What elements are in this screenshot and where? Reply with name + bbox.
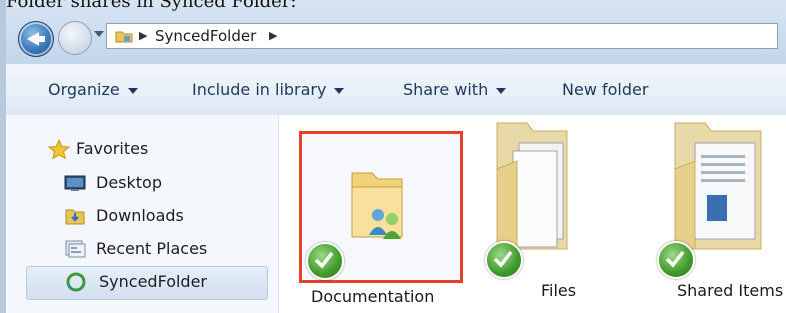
navigation-pane: Favorites Desktop Downloads Recent Place… — [6, 115, 279, 313]
breadcrumb-segment[interactable]: SyncedFolder — [155, 27, 256, 45]
page-caption: Folder shares in Synced Folder: — [6, 0, 297, 12]
address-box[interactable]: ▶ SyncedFolder ▶ — [106, 23, 778, 49]
sidebar-item-recent-places[interactable]: Recent Places — [64, 235, 264, 265]
sync-status-icon — [306, 242, 344, 280]
star-icon — [48, 139, 70, 159]
new-folder-label: New folder — [562, 80, 649, 99]
include-in-library-menu[interactable]: Include in library — [192, 80, 345, 99]
chevron-down-icon — [127, 87, 138, 94]
downloads-folder-icon — [65, 209, 85, 225]
sidebar-item-label: Favorites — [76, 139, 149, 158]
forward-button[interactable] — [58, 21, 92, 55]
share-with-label: Share with — [403, 80, 489, 99]
sidebar-item-desktop[interactable]: Desktop — [64, 169, 264, 199]
file-item-label[interactable]: Shared Items — [677, 281, 783, 300]
include-in-library-label: Include in library — [192, 80, 327, 99]
desktop-icon — [64, 175, 86, 191]
explorer-window: ▶ SyncedFolder ▶ Organize Include in lib… — [6, 0, 786, 313]
sidebar-item-label: Desktop — [96, 173, 162, 192]
chevron-down-icon — [334, 87, 345, 94]
folder-icon — [496, 122, 568, 250]
sync-status-icon — [657, 241, 695, 279]
sidebar-item-label: Downloads — [96, 206, 184, 225]
folder-icon — [674, 122, 762, 250]
chevron-down-icon — [496, 87, 507, 94]
breadcrumb-separator-icon[interactable]: ▶ — [139, 29, 147, 42]
organize-menu[interactable]: Organize — [48, 80, 138, 99]
recent-pages-dropdown[interactable] — [94, 31, 104, 37]
file-list-pane: Documentation Files Shared Items — [279, 115, 786, 313]
file-item-shared-items[interactable] — [657, 117, 786, 282]
share-with-menu[interactable]: Share with — [403, 80, 507, 99]
file-item-label[interactable]: Documentation — [311, 287, 434, 306]
sidebar-item-label: SyncedFolder — [99, 272, 208, 291]
file-item-files[interactable] — [479, 117, 599, 282]
sync-status-icon — [485, 241, 523, 279]
organize-label: Organize — [48, 80, 120, 99]
recent-places-icon — [65, 240, 86, 258]
synced-folder-icon — [66, 272, 86, 292]
sidebar-item-syncedfolder[interactable]: SyncedFolder — [26, 266, 268, 300]
breadcrumb-chevron-icon[interactable]: ▶ — [269, 29, 277, 42]
file-item-label[interactable]: Files — [541, 281, 576, 300]
back-button[interactable] — [18, 21, 54, 57]
new-folder-button[interactable]: New folder — [562, 80, 648, 99]
command-bar: Organize Include in library Share with N… — [6, 64, 786, 116]
shared-folder-icon — [351, 172, 403, 239]
sidebar-item-downloads[interactable]: Downloads — [64, 202, 264, 232]
folder-icon — [115, 31, 133, 43]
sidebar-item-favorites[interactable]: Favorites — [48, 135, 248, 165]
sidebar-item-label: Recent Places — [96, 239, 208, 258]
window-left-edge — [0, 0, 6, 313]
file-item-documentation[interactable] — [299, 131, 463, 283]
